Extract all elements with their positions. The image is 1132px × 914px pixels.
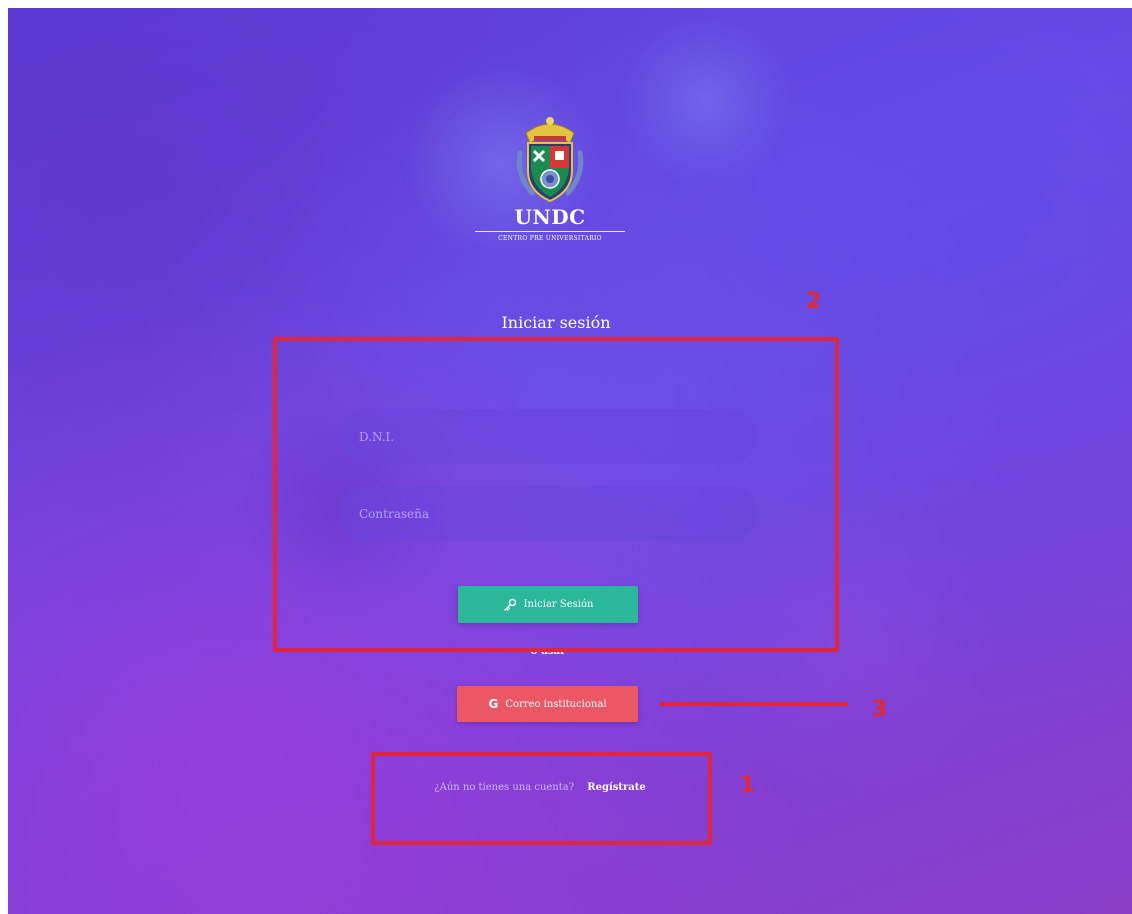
google-button-label: Correo institucional (505, 698, 607, 710)
annotation-number-3: 3 (872, 697, 888, 722)
university-crest-icon (516, 117, 584, 203)
google-icon: G (488, 697, 499, 711)
google-login-button[interactable]: G Correo institucional (457, 686, 638, 722)
login-title: Iniciar sesión (501, 313, 611, 332)
brand-logo: UNDC CENTRO PRE UNIVERSITARIO (470, 113, 630, 243)
annotation-box-login-form (273, 337, 839, 652)
logo-title: UNDC (514, 205, 586, 229)
logo-subtitle: CENTRO PRE UNIVERSITARIO (498, 235, 602, 242)
logo-divider (475, 231, 625, 232)
annotation-box-register (371, 752, 712, 845)
annotation-line-google (660, 702, 848, 706)
annotation-number-1: 1 (740, 773, 756, 798)
annotation-number-2: 2 (806, 289, 822, 314)
